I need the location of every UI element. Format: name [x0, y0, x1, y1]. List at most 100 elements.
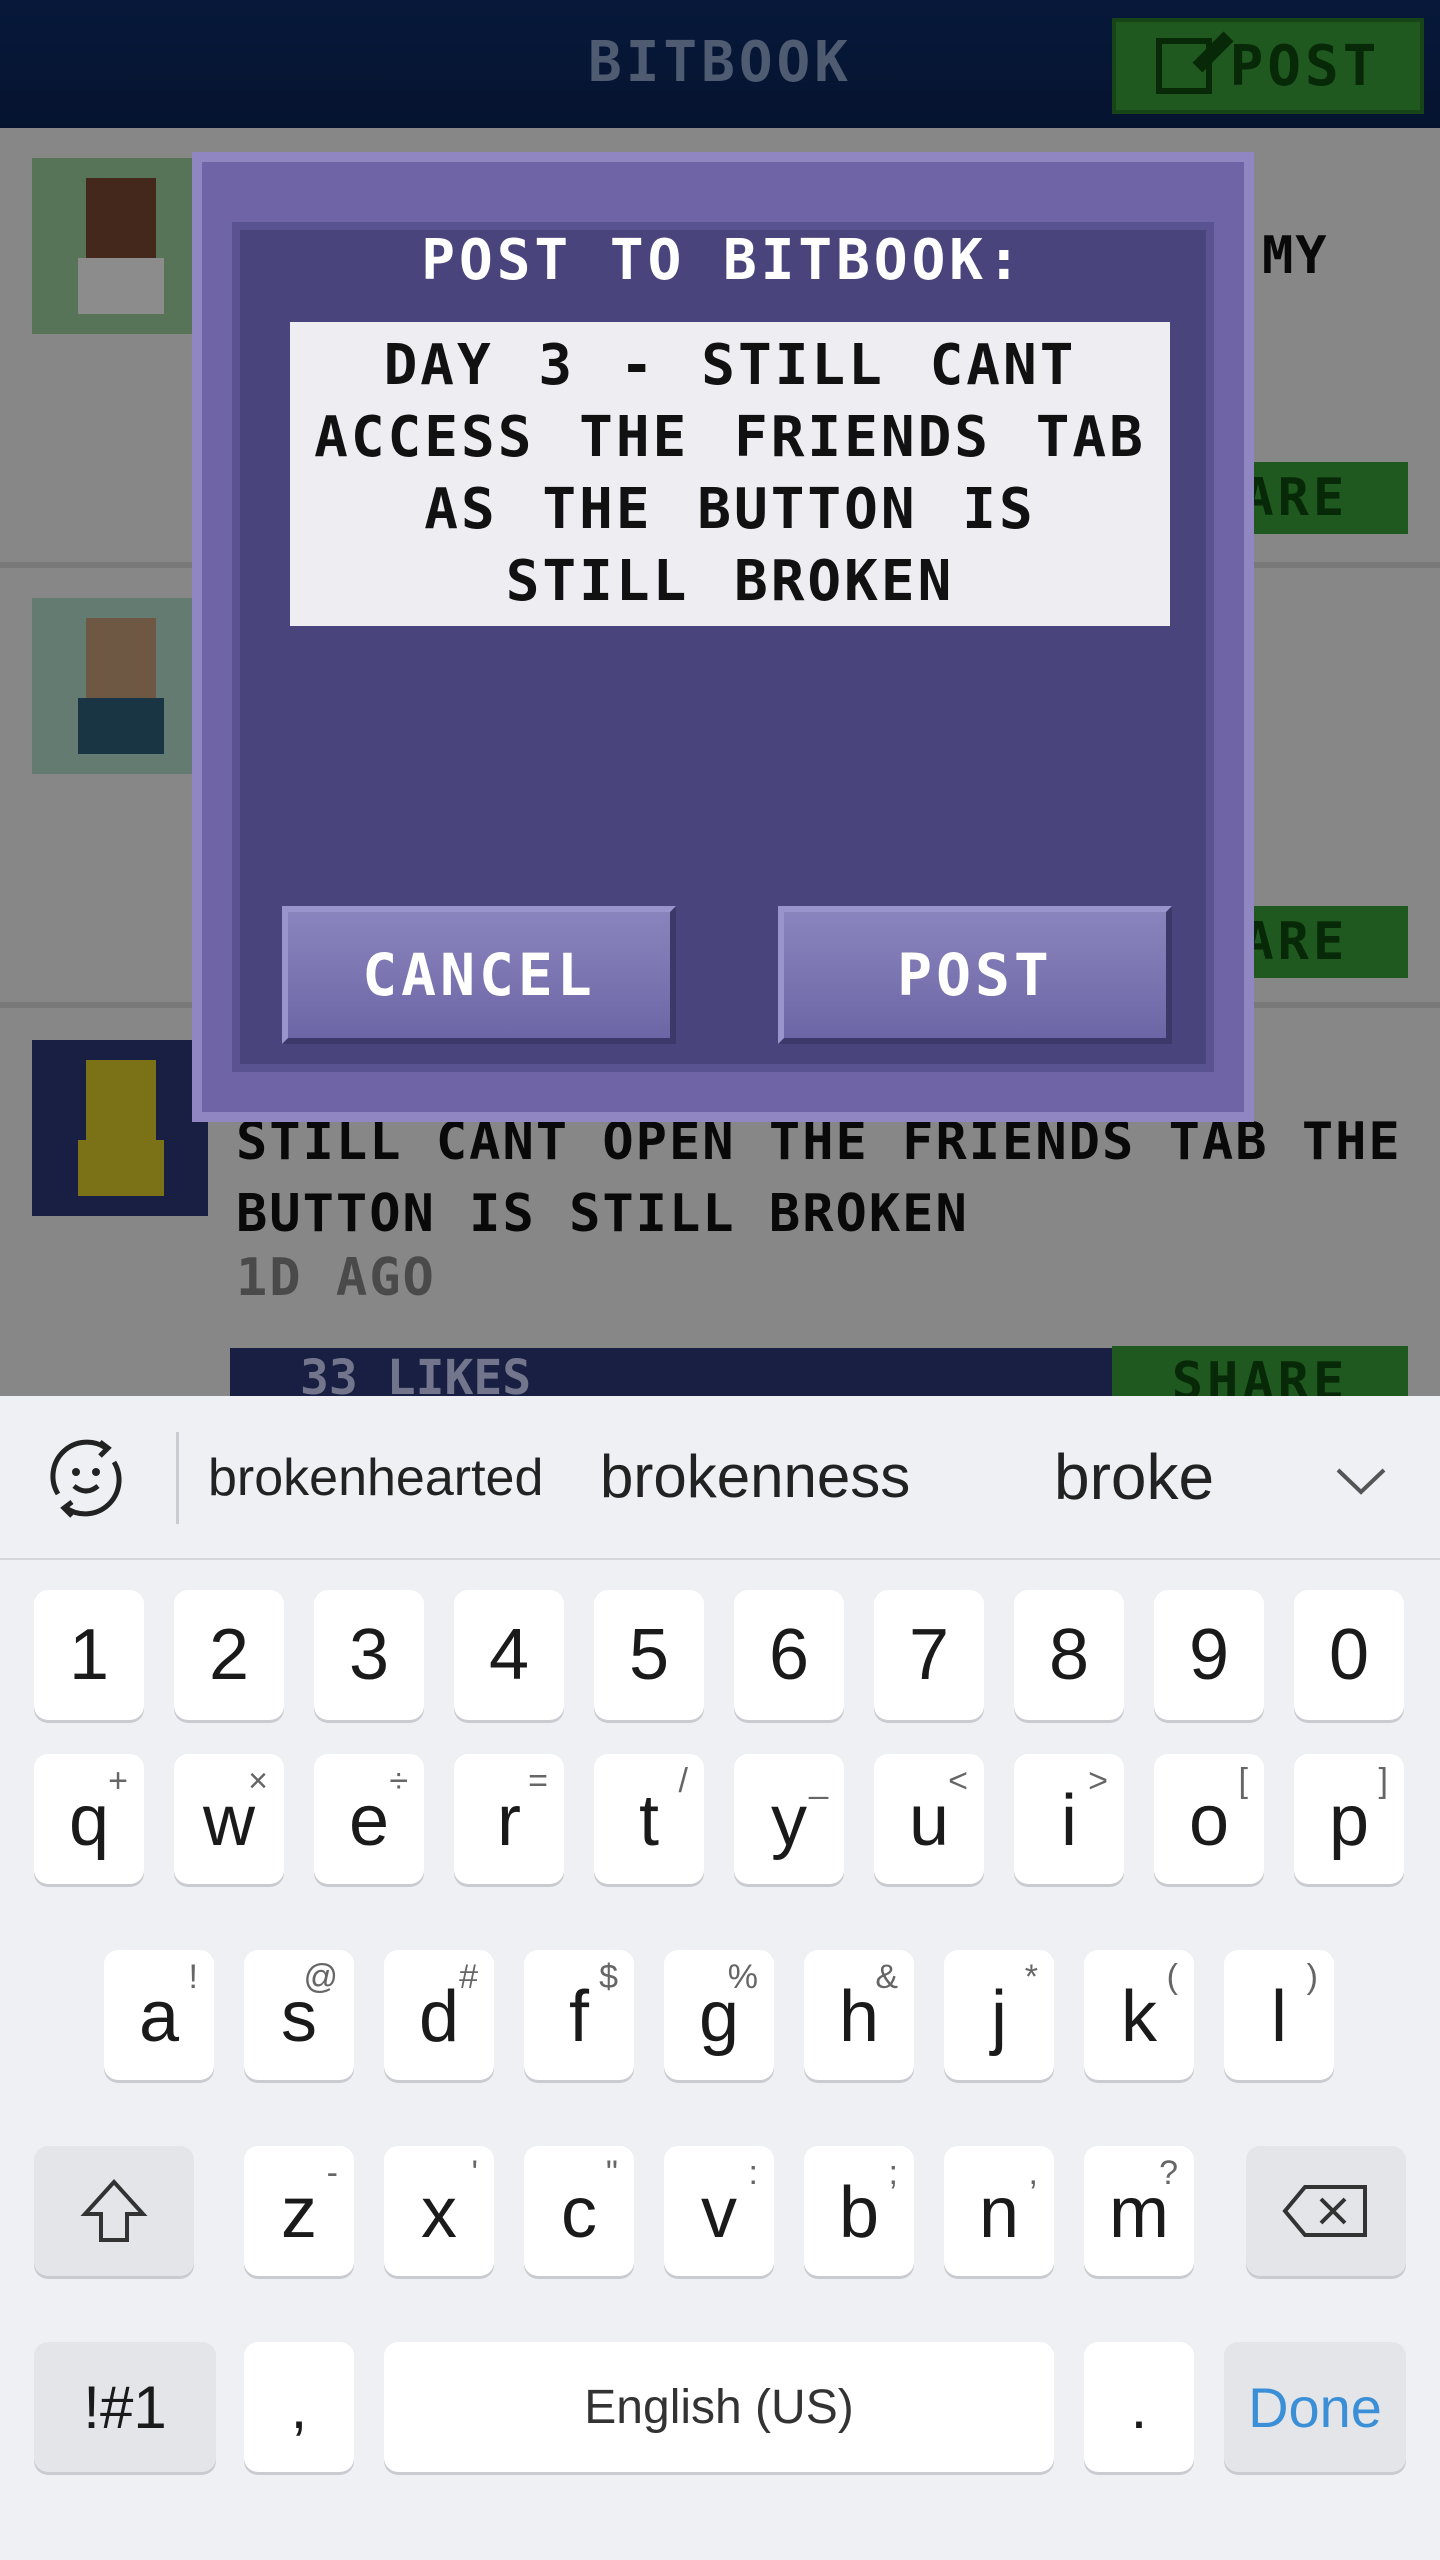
- key-p[interactable]: p]: [1294, 1754, 1404, 1884]
- key-y-alt: _: [809, 1762, 828, 1800]
- period-key[interactable]: .: [1084, 2342, 1194, 2472]
- done-key-label: Done: [1248, 2375, 1382, 2439]
- key-4-label: 4: [488, 1615, 530, 1695]
- key-s-alt: @: [303, 1958, 338, 1996]
- key-d-alt: #: [459, 1958, 478, 1996]
- key-n-alt: ,: [1028, 2154, 1038, 2192]
- backspace-key[interactable]: [1246, 2146, 1406, 2276]
- key-1[interactable]: 1: [34, 1590, 144, 1720]
- key-1-label: 1: [68, 1615, 110, 1695]
- suggestion-1[interactable]: brokenhearted: [208, 1448, 543, 1508]
- key-q-label: q: [68, 1781, 110, 1861]
- key-0[interactable]: 0: [1294, 1590, 1404, 1720]
- key-p-alt: ]: [1378, 1762, 1388, 1800]
- key-d-label: d: [418, 1977, 460, 2057]
- chevron-down-icon[interactable]: [1334, 1454, 1388, 1508]
- post-button[interactable]: POST: [778, 906, 1172, 1044]
- key-v[interactable]: v:: [664, 2146, 774, 2276]
- bitbook-app: BITBOOK POST MY SHARE SHARE STILL CANT O…: [0, 0, 1440, 1396]
- comma-key[interactable]: ,: [244, 2342, 354, 2472]
- key-t-alt: /: [678, 1762, 688, 1800]
- key-r[interactable]: r =: [454, 1754, 564, 1884]
- key-o[interactable]: o[: [1154, 1754, 1264, 1884]
- period-key-label: .: [1130, 2373, 1148, 2441]
- key-j[interactable]: j *: [944, 1950, 1054, 2080]
- key-m[interactable]: m?: [1084, 2146, 1194, 2276]
- suggestion-2[interactable]: brokenness: [600, 1442, 910, 1511]
- symbols-key-label: !#1: [83, 2373, 167, 2441]
- key-w[interactable]: w ×: [174, 1754, 284, 1884]
- key-a[interactable]: a!: [104, 1950, 214, 2080]
- key-e[interactable]: e ÷: [314, 1754, 424, 1884]
- key-a-alt: !: [188, 1958, 198, 1996]
- key-l[interactable]: l): [1224, 1950, 1334, 2080]
- key-k-label: k: [1121, 1977, 1157, 2057]
- key-9-label: 9: [1188, 1615, 1230, 1695]
- suggestion-divider: [176, 1432, 179, 1524]
- key-x-label: x: [421, 2173, 457, 2253]
- key-i[interactable]: i >: [1014, 1754, 1124, 1884]
- key-8[interactable]: 8: [1014, 1590, 1124, 1720]
- backspace-icon: [1282, 2185, 1367, 2237]
- key-p-label: p: [1328, 1781, 1370, 1861]
- key-j-label: j: [991, 1977, 1007, 2057]
- post-dialog: POST TO BITBOOK: DAY 3 - STILL CANT ACCE…: [192, 152, 1254, 1122]
- key-q[interactable]: q +: [34, 1754, 144, 1884]
- space-key[interactable]: English (US): [384, 2342, 1054, 2472]
- shift-key[interactable]: [34, 2146, 194, 2276]
- key-3[interactable]: 3: [314, 1590, 424, 1720]
- key-o-alt: [: [1238, 1762, 1248, 1800]
- key-t-label: t: [638, 1781, 659, 1861]
- key-r-alt: =: [528, 1762, 548, 1800]
- key-6[interactable]: 6: [734, 1590, 844, 1720]
- done-key[interactable]: Done: [1224, 2342, 1406, 2472]
- key-r-label: r: [497, 1781, 521, 1861]
- key-n[interactable]: n,: [944, 2146, 1054, 2276]
- key-a-label: a: [138, 1977, 180, 2057]
- key-x[interactable]: x ': [384, 2146, 494, 2276]
- key-t[interactable]: t /: [594, 1754, 704, 1884]
- emoji-icon[interactable]: [44, 1436, 128, 1520]
- key-b-label: b: [838, 2173, 880, 2253]
- suggestion-3[interactable]: broke: [1054, 1440, 1214, 1514]
- key-c[interactable]: c ": [524, 2146, 634, 2276]
- key-2[interactable]: 2: [174, 1590, 284, 1720]
- suggestion-bar: brokenhearted brokenness broke: [0, 1396, 1440, 1560]
- key-3-label: 3: [348, 1615, 390, 1695]
- key-7[interactable]: 7: [874, 1590, 984, 1720]
- cancel-button[interactable]: CANCEL: [282, 906, 676, 1044]
- key-l-label: l: [1271, 1977, 1287, 2057]
- dialog-title: POST TO BITBOOK:: [421, 228, 1025, 293]
- key-5-label: 5: [628, 1615, 670, 1695]
- key-b-alt: ;: [888, 2154, 898, 2192]
- key-e-alt: ÷: [389, 1762, 408, 1800]
- key-h-alt: &: [875, 1958, 898, 1996]
- key-z-label: z: [281, 2173, 317, 2253]
- key-u[interactable]: u <: [874, 1754, 984, 1884]
- key-x-alt: ': [471, 2154, 479, 2192]
- comma-key-label: ,: [290, 2373, 308, 2441]
- key-9[interactable]: 9: [1154, 1590, 1264, 1720]
- post-text-input[interactable]: DAY 3 - STILL CANT ACCESS THE FRIENDS TA…: [290, 322, 1170, 626]
- key-g[interactable]: g%: [664, 1950, 774, 2080]
- key-d[interactable]: d #: [384, 1950, 494, 2080]
- key-l-alt: ): [1306, 1958, 1318, 1996]
- key-s[interactable]: s @: [244, 1950, 354, 2080]
- key-i-label: i: [1061, 1781, 1077, 1861]
- key-b[interactable]: b;: [804, 2146, 914, 2276]
- key-h[interactable]: h &: [804, 1950, 914, 2080]
- key-e-label: e: [348, 1781, 390, 1861]
- key-k[interactable]: k(: [1084, 1950, 1194, 2080]
- key-k-alt: (: [1166, 1958, 1178, 1996]
- key-y-label: y: [771, 1781, 807, 1861]
- symbols-key[interactable]: !#1: [34, 2342, 216, 2472]
- key-y[interactable]: y _: [734, 1754, 844, 1884]
- key-f[interactable]: f $: [524, 1950, 634, 2080]
- space-key-label: English (US): [584, 2380, 854, 2434]
- key-z[interactable]: z-: [244, 2146, 354, 2276]
- key-6-label: 6: [768, 1615, 810, 1695]
- key-c-label: c: [561, 2173, 597, 2253]
- key-4[interactable]: 4: [454, 1590, 564, 1720]
- key-5[interactable]: 5: [594, 1590, 704, 1720]
- key-f-alt: $: [599, 1958, 618, 1996]
